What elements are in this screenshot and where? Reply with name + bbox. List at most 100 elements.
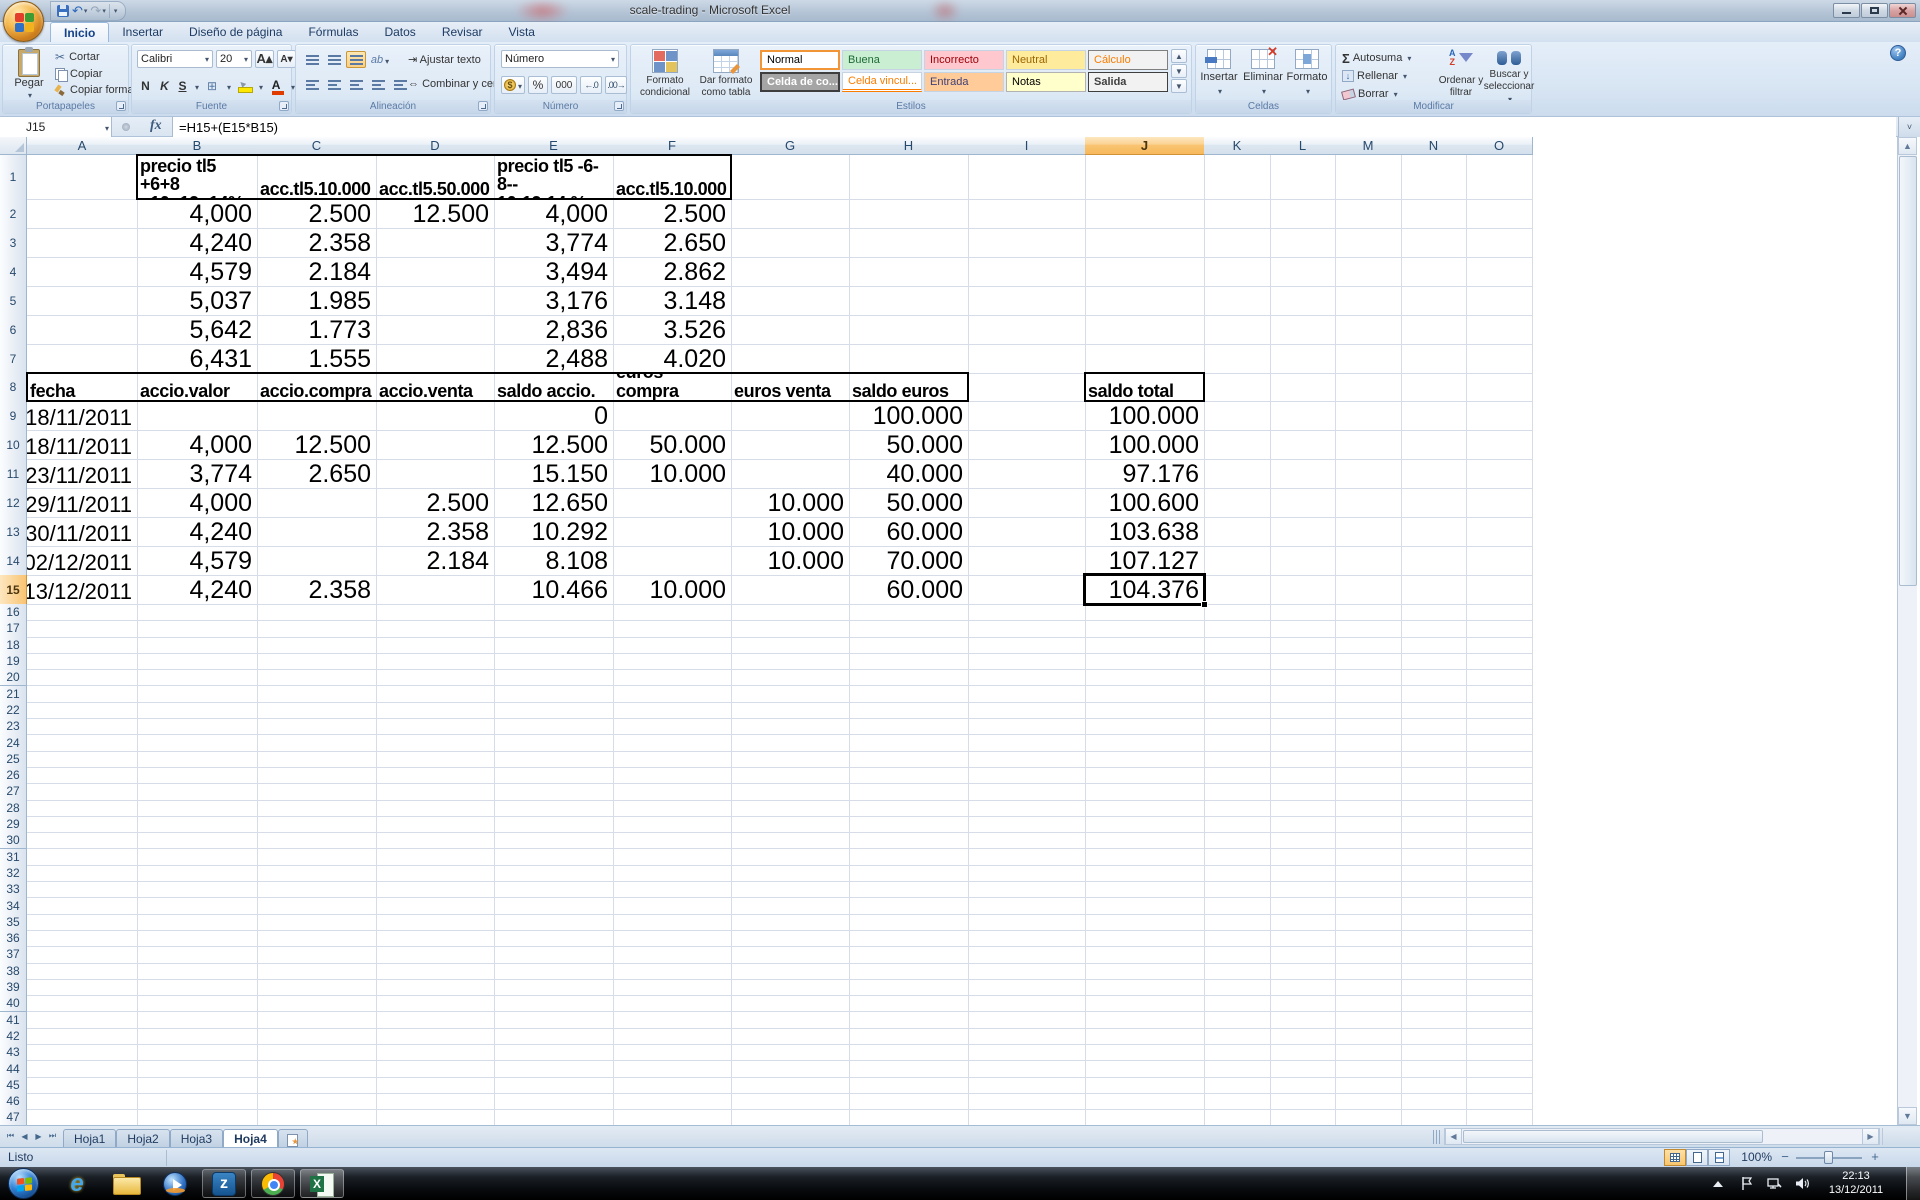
cell-H10[interactable]: 50.000 bbox=[849, 430, 969, 460]
cell-A38[interactable] bbox=[27, 963, 138, 980]
cell-L4[interactable] bbox=[1270, 257, 1336, 287]
row-header-27[interactable]: 27 bbox=[0, 783, 27, 800]
cell-D1[interactable]: acc.tl5.50.000 bbox=[376, 155, 495, 200]
cell-D15[interactable] bbox=[376, 575, 495, 605]
cell-O24[interactable] bbox=[1466, 734, 1533, 751]
cell-I19[interactable] bbox=[968, 653, 1086, 670]
cell-G27[interactable] bbox=[731, 783, 850, 800]
ribbon-tab-datos[interactable]: Datos bbox=[371, 22, 428, 42]
zoom-slider-thumb[interactable] bbox=[1824, 1151, 1833, 1164]
cell-N4[interactable] bbox=[1401, 257, 1467, 287]
cell-M36[interactable] bbox=[1335, 930, 1402, 947]
tab-splitter[interactable] bbox=[1433, 1130, 1442, 1144]
cell-N42[interactable] bbox=[1401, 1028, 1467, 1045]
cell-B25[interactable] bbox=[137, 751, 258, 768]
cell-J12[interactable]: 100.600 bbox=[1085, 488, 1205, 518]
cell-A41[interactable] bbox=[27, 1012, 138, 1029]
cell-B6[interactable]: 5,642 bbox=[137, 315, 258, 345]
cell-I10[interactable] bbox=[968, 430, 1086, 460]
cell-M15[interactable] bbox=[1335, 575, 1402, 605]
gallery-down-button[interactable]: ▼ bbox=[1171, 64, 1187, 78]
underline-dropdown[interactable] bbox=[193, 77, 199, 95]
sheet-tab-hoja3[interactable]: Hoja3 bbox=[170, 1129, 223, 1148]
cell-A47[interactable] bbox=[27, 1109, 138, 1125]
cell-M14[interactable] bbox=[1335, 546, 1402, 576]
row-header-2[interactable]: 2 bbox=[0, 199, 27, 229]
cell-L38[interactable] bbox=[1270, 963, 1336, 980]
cell-N37[interactable] bbox=[1401, 946, 1467, 963]
cell-M32[interactable] bbox=[1335, 865, 1402, 882]
underline-button[interactable]: S bbox=[175, 77, 190, 95]
cell-L45[interactable] bbox=[1270, 1077, 1336, 1094]
row-header-20[interactable]: 20 bbox=[0, 669, 27, 686]
cell-F12[interactable] bbox=[613, 488, 732, 518]
cell-A7[interactable] bbox=[27, 344, 138, 374]
cell-K34[interactable] bbox=[1204, 897, 1271, 914]
cell-A4[interactable] bbox=[27, 257, 138, 287]
cell-K46[interactable] bbox=[1204, 1093, 1271, 1110]
cell-I29[interactable] bbox=[968, 816, 1086, 833]
column-header-f[interactable]: F bbox=[613, 137, 732, 155]
cell-O21[interactable] bbox=[1466, 686, 1533, 703]
cell-I1[interactable] bbox=[968, 155, 1086, 200]
row-header-29[interactable]: 29 bbox=[0, 816, 27, 833]
cell-A8[interactable]: fecha bbox=[27, 373, 138, 402]
cell-O4[interactable] bbox=[1466, 257, 1533, 287]
cell-J11[interactable]: 97.176 bbox=[1085, 459, 1205, 489]
cell-N33[interactable] bbox=[1401, 881, 1467, 898]
cell-A9[interactable]: 18/11/2011 bbox=[27, 401, 138, 431]
cell-F33[interactable] bbox=[613, 881, 732, 898]
cell-K24[interactable] bbox=[1204, 734, 1271, 751]
cell-I7[interactable] bbox=[968, 344, 1086, 374]
cell-F14[interactable] bbox=[613, 546, 732, 576]
cell-F42[interactable] bbox=[613, 1028, 732, 1045]
cell-L16[interactable] bbox=[1270, 604, 1336, 621]
cell-D26[interactable] bbox=[376, 767, 495, 784]
cell-E12[interactable]: 12.650 bbox=[494, 488, 614, 518]
cell-F35[interactable] bbox=[613, 914, 732, 931]
cell-E36[interactable] bbox=[494, 930, 614, 947]
cell-G8[interactable]: euros venta bbox=[731, 373, 850, 402]
cell-E11[interactable]: 15.150 bbox=[494, 459, 614, 489]
cell-G1[interactable] bbox=[731, 155, 850, 200]
taskbar-file-explorer[interactable] bbox=[104, 1169, 148, 1198]
cell-M34[interactable] bbox=[1335, 897, 1402, 914]
cell-I32[interactable] bbox=[968, 865, 1086, 882]
cell-D10[interactable] bbox=[376, 430, 495, 460]
cell-O20[interactable] bbox=[1466, 669, 1533, 686]
cell-G47[interactable] bbox=[731, 1109, 850, 1125]
row-header-38[interactable]: 38 bbox=[0, 963, 27, 980]
cell-M18[interactable] bbox=[1335, 637, 1402, 654]
cell-B31[interactable] bbox=[137, 849, 258, 866]
cell-E1[interactable]: precio tl5 -6-8-- 10-12-14 % bbox=[494, 155, 614, 200]
align-top-button[interactable] bbox=[302, 51, 322, 68]
cell-L44[interactable] bbox=[1270, 1060, 1336, 1077]
cell-K39[interactable] bbox=[1204, 979, 1271, 996]
cell-F6[interactable]: 3.526 bbox=[613, 315, 732, 345]
cell-D27[interactable] bbox=[376, 783, 495, 800]
cell-A14[interactable]: 02/12/2011 bbox=[27, 546, 138, 576]
cell-L6[interactable] bbox=[1270, 315, 1336, 345]
cell-E45[interactable] bbox=[494, 1077, 614, 1094]
cell-O41[interactable] bbox=[1466, 1012, 1533, 1029]
cell-C43[interactable] bbox=[257, 1044, 377, 1061]
cell-L30[interactable] bbox=[1270, 832, 1336, 849]
cell-J22[interactable] bbox=[1085, 702, 1205, 719]
cell-M20[interactable] bbox=[1335, 669, 1402, 686]
cell-K21[interactable] bbox=[1204, 686, 1271, 703]
sheet-tab-hoja1[interactable]: Hoja1 bbox=[63, 1129, 116, 1148]
cell-B39[interactable] bbox=[137, 979, 258, 996]
cell-O11[interactable] bbox=[1466, 459, 1533, 489]
cell-G45[interactable] bbox=[731, 1077, 850, 1094]
cell-G6[interactable] bbox=[731, 315, 850, 345]
cell-N14[interactable] bbox=[1401, 546, 1467, 576]
cell-L25[interactable] bbox=[1270, 751, 1336, 768]
cell-I45[interactable] bbox=[968, 1077, 1086, 1094]
zoom-level[interactable]: 100% bbox=[1734, 1150, 1772, 1164]
cell-A26[interactable] bbox=[27, 767, 138, 784]
cell-H20[interactable] bbox=[849, 669, 969, 686]
horizontal-scrollbar[interactable]: ◀ ▶ bbox=[1444, 1128, 1880, 1145]
cell-J31[interactable] bbox=[1085, 849, 1205, 866]
row-header-43[interactable]: 43 bbox=[0, 1044, 27, 1061]
cell-A27[interactable] bbox=[27, 783, 138, 800]
